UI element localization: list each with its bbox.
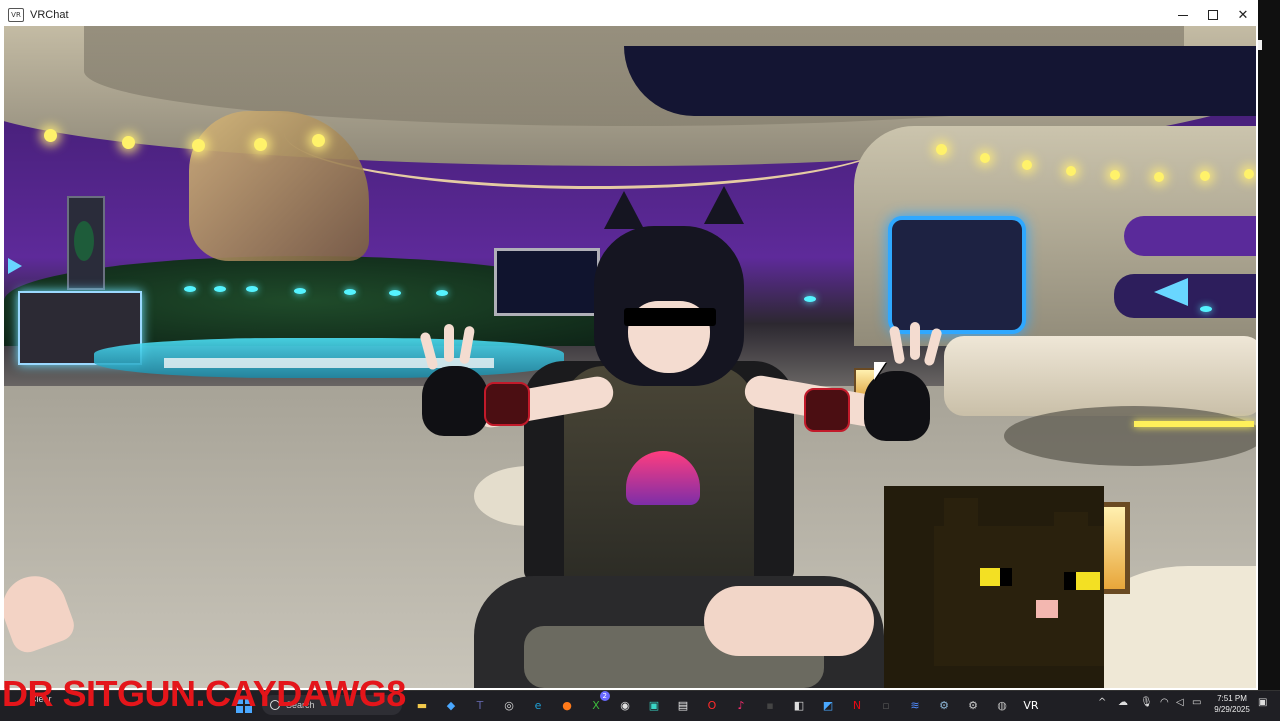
firefox-icon[interactable]: ● xyxy=(557,695,577,715)
desktop-edge-mark xyxy=(1258,40,1262,50)
settings-icon[interactable]: ⚙ xyxy=(963,695,983,715)
cat-ear-left xyxy=(604,191,644,229)
xbox-icon[interactable]: X2 xyxy=(586,691,610,715)
desktop-background xyxy=(1258,0,1280,690)
maximize-icon xyxy=(1208,10,1218,20)
clock-date: 9/29/2025 xyxy=(1214,705,1250,714)
notification-badge: 2 xyxy=(599,691,610,701)
pixel-cat-pupil xyxy=(1000,568,1012,586)
unknown-app-icon[interactable]: ▫ xyxy=(876,695,896,715)
avatar-finger xyxy=(910,322,920,360)
clock-time: 7:51 PM xyxy=(1217,694,1247,703)
opera-icon[interactable]: O xyxy=(702,695,722,715)
circle-app-icon[interactable]: ◍ xyxy=(992,695,1012,715)
mic-icon[interactable]: 🎙 xyxy=(1140,697,1153,708)
roblox-icon[interactable]: ◧ xyxy=(789,695,809,715)
vrchat-app-icon: VR xyxy=(8,8,24,22)
pixel-cat-head xyxy=(934,526,1104,666)
messenger-icon[interactable]: ≋ xyxy=(905,695,925,715)
avatar-finger xyxy=(888,325,906,365)
github-icon[interactable]: ◎ xyxy=(499,695,519,715)
notification-icon[interactable]: ▣ xyxy=(1258,697,1267,708)
watermark-text: DR SITGUN.CAYDAWG8 xyxy=(2,673,406,714)
avatar-finger xyxy=(458,325,476,365)
vrchat-taskbar-icon[interactable]: VR xyxy=(1021,695,1041,715)
avatar-finger xyxy=(444,324,454,362)
game-viewport[interactable] xyxy=(4,26,1256,688)
taskbar-clock[interactable]: 7:51 PM 9/29/2025 xyxy=(1206,693,1258,715)
pixel-cat-pupil xyxy=(1064,572,1076,590)
tiktok-icon[interactable]: ♪ xyxy=(731,695,751,715)
vrchat-window: VR VRChat ✕ xyxy=(0,0,1259,690)
cloud-icon[interactable]: ☁ xyxy=(1118,697,1128,708)
store-icon[interactable]: ▤ xyxy=(673,695,693,715)
pixel-cat-ear xyxy=(944,498,978,528)
mouse-cursor-icon xyxy=(874,362,886,380)
avatar-knee xyxy=(704,586,874,656)
avatar-glove-right xyxy=(864,371,930,441)
pixel-sunglasses xyxy=(624,308,716,326)
edge-icon[interactable]: e xyxy=(528,695,548,715)
close-icon: ✕ xyxy=(1237,7,1249,23)
dark-app-icon[interactable]: ▪ xyxy=(760,695,780,715)
tray-overflow-chevron-icon[interactable]: ^ xyxy=(1098,697,1106,708)
avatar-cuff-right xyxy=(804,388,850,432)
avatar-cuff-left xyxy=(484,382,530,426)
minimize-icon xyxy=(1178,14,1188,16)
cat-ear-right xyxy=(704,186,744,224)
pixel-cat-nose xyxy=(1036,600,1058,618)
wifi-icon[interactable]: ◠ xyxy=(1160,697,1169,708)
avatar-finger xyxy=(923,327,943,367)
avatar-finger xyxy=(419,331,439,371)
window-title: VRChat xyxy=(30,9,69,21)
volume-icon[interactable]: ◁ xyxy=(1176,697,1184,708)
netflix-icon[interactable]: N xyxy=(847,695,867,715)
photos-icon[interactable]: ◆ xyxy=(441,695,461,715)
file-explorer-icon[interactable]: ▬ xyxy=(412,695,432,715)
battery-icon[interactable]: ▭ xyxy=(1192,697,1201,708)
teams-icon[interactable]: T xyxy=(470,695,490,715)
paint-icon[interactable]: ◩ xyxy=(818,695,838,715)
chrome-icon[interactable]: ◉ xyxy=(615,695,635,715)
avatar-glove-left xyxy=(422,366,488,436)
steam-icon[interactable]: ⚙ xyxy=(934,695,954,715)
qr-app-icon[interactable]: ▣ xyxy=(644,695,664,715)
